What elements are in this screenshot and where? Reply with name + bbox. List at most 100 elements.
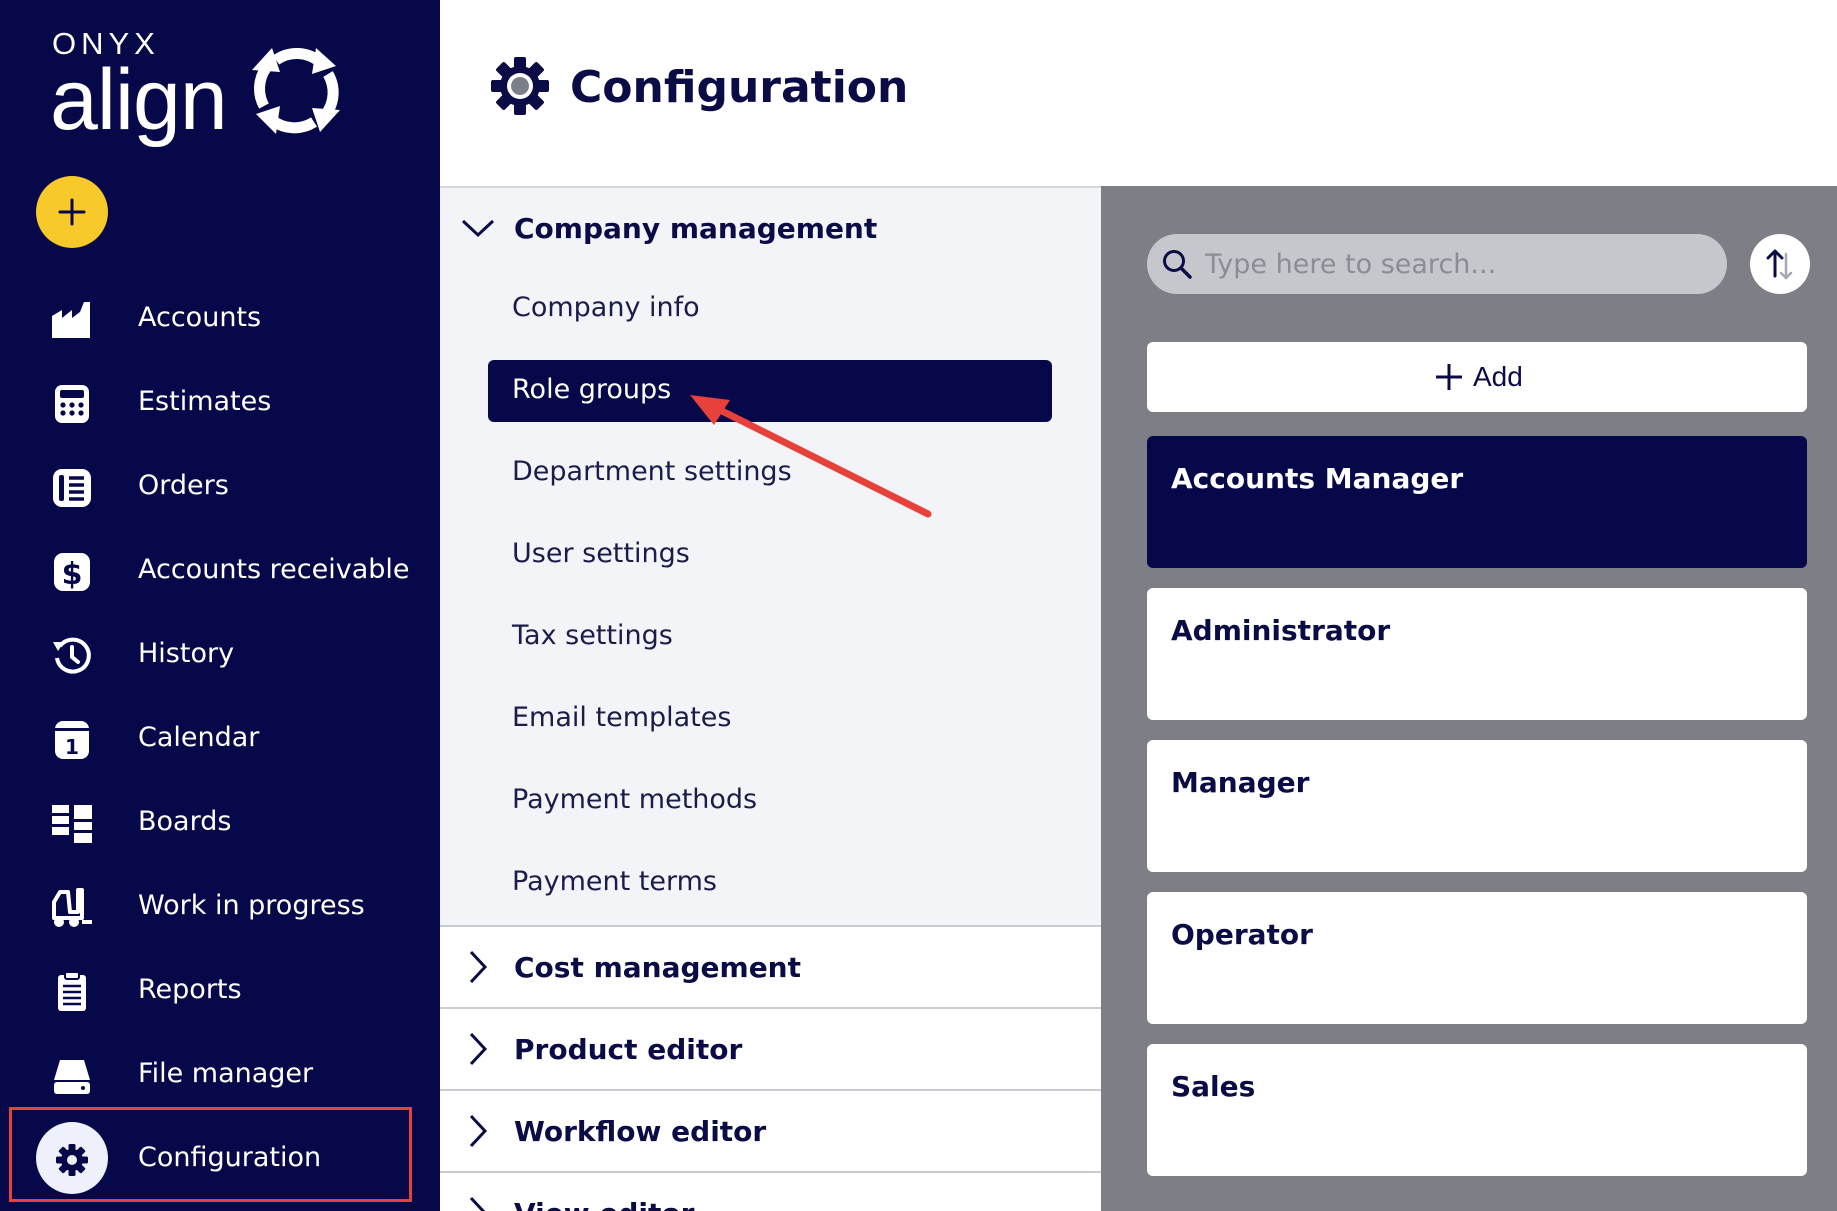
section-view-editor[interactable]: View editor (440, 1173, 1101, 1211)
plus-icon (58, 198, 86, 226)
svg-text:1: 1 (65, 735, 79, 759)
gear-icon (491, 57, 549, 115)
nav-label: Accounts receivable (138, 554, 410, 585)
cycle-arrows-icon (252, 47, 340, 134)
menu-item-label: Payment methods (512, 784, 758, 815)
chevron-down-icon (461, 219, 495, 238)
menu-item-department-settings[interactable]: Department settings (488, 442, 1052, 504)
menu-item-user-settings[interactable]: User settings (488, 524, 1052, 586)
section-label: Workflow editor (514, 1115, 767, 1148)
section-label: Cost management (514, 951, 801, 984)
section-label: Product editor (514, 1033, 743, 1066)
plus-icon (1436, 364, 1462, 390)
add-role-group-button[interactable]: Add (1147, 342, 1807, 412)
logo-align-text: align (50, 52, 228, 148)
section-header-cost-management[interactable]: Cost management (440, 927, 1101, 1007)
gear-icon (56, 1144, 88, 1176)
section-company-management: Company management Company info Role gro… (440, 188, 1101, 927)
menu-item-company-info[interactable]: Company info (488, 278, 1052, 340)
section-header-product-editor[interactable]: Product editor (440, 1009, 1101, 1089)
chevron-right-icon (469, 1032, 488, 1066)
nav-item-reports[interactable]: Reports (0, 950, 440, 1034)
menu-item-payment-methods[interactable]: Payment methods (488, 770, 1052, 832)
history-icon (53, 637, 91, 674)
menu-item-label: Company info (512, 292, 700, 323)
nav-item-history[interactable]: History (0, 614, 440, 698)
role-name: Accounts Manager (1171, 462, 1464, 495)
sort-button[interactable] (1750, 234, 1810, 294)
role-card-administrator[interactable]: Administrator (1147, 588, 1807, 720)
section-label: View editor (514, 1197, 694, 1211)
nav-item-calendar[interactable]: 1 Calendar (0, 698, 440, 782)
role-card-sales[interactable]: Sales (1147, 1044, 1807, 1176)
factory-icon (52, 302, 90, 338)
chevron-right-icon (469, 1114, 488, 1148)
menu-item-label: Tax settings (512, 620, 673, 651)
svg-text:$: $ (62, 557, 83, 592)
nav-label: File manager (138, 1058, 314, 1089)
boards-icon (52, 805, 92, 843)
chevron-right-icon (469, 1196, 486, 1211)
role-name: Sales (1171, 1070, 1256, 1103)
add-label: Add (1473, 361, 1523, 392)
section-product-editor[interactable]: Product editor (440, 1009, 1101, 1091)
role-groups-panel: Add Accounts Manager Administrator Manag… (1101, 186, 1837, 1211)
nav-label: Orders (138, 470, 229, 501)
search-icon (1163, 250, 1192, 279)
dollar-icon: $ (54, 553, 90, 592)
calculator-icon (55, 385, 89, 423)
menu-item-label: Department settings (512, 456, 792, 487)
nav-item-accounts[interactable]: Accounts (0, 278, 440, 362)
menu-item-label: Email templates (512, 702, 732, 733)
role-card-manager[interactable]: Manager (1147, 740, 1807, 872)
menu-item-email-templates[interactable]: Email templates (488, 688, 1052, 750)
clipboard-icon (58, 972, 86, 1011)
section-header-workflow-editor[interactable]: Workflow editor (440, 1091, 1101, 1171)
sort-arrows-icon (1766, 249, 1793, 280)
nav-item-orders[interactable]: Orders (0, 446, 440, 530)
drive-icon (54, 1060, 90, 1094)
nav-item-work-in-progress[interactable]: Work in progress (0, 866, 440, 950)
orders-icon (53, 469, 91, 507)
role-name: Operator (1171, 918, 1313, 951)
create-new-button[interactable] (36, 176, 108, 248)
section-workflow-editor[interactable]: Workflow editor (440, 1091, 1101, 1173)
menu-item-label: User settings (512, 538, 690, 569)
sidebar: ONYX align Accounts Estimates Orders $ A… (0, 0, 440, 1211)
onyx-align-logo[interactable]: ONYX align (50, 26, 352, 156)
nav-item-configuration[interactable]: Configuration (0, 1118, 440, 1202)
search-field[interactable] (1147, 234, 1727, 294)
nav-label: Calendar (138, 722, 260, 753)
role-name: Administrator (1171, 614, 1391, 647)
calendar-icon: 1 (55, 721, 89, 759)
search-input[interactable] (1205, 240, 1705, 288)
section-header-view-editor[interactable]: View editor (440, 1173, 1101, 1211)
page-title: Configuration (570, 62, 909, 113)
nav-label: Estimates (138, 386, 272, 417)
role-card-operator[interactable]: Operator (1147, 892, 1807, 1024)
section-cost-management[interactable]: Cost management (440, 927, 1101, 1009)
nav-label: Work in progress (138, 890, 365, 921)
menu-item-tax-settings[interactable]: Tax settings (488, 606, 1052, 668)
nav-label: Boards (138, 806, 232, 837)
menu-item-payment-terms[interactable]: Payment terms (488, 852, 1052, 914)
section-header-company-management[interactable]: Company management (440, 188, 1101, 268)
section-label: Company management (514, 212, 878, 245)
chevron-right-icon (469, 950, 488, 984)
nav-label: History (138, 638, 235, 669)
menu-item-label: Payment terms (512, 866, 717, 897)
nav-label: Accounts (138, 302, 262, 333)
forklift-icon (52, 888, 92, 927)
nav-item-boards[interactable]: Boards (0, 782, 440, 866)
nav-item-accounts-receivable[interactable]: $ Accounts receivable (0, 530, 440, 614)
settings-menu: Company management Company info Role gro… (440, 186, 1101, 1211)
menu-item-role-groups[interactable]: Role groups (488, 360, 1052, 422)
nav-label: Configuration (138, 1142, 322, 1173)
nav-item-estimates[interactable]: Estimates (0, 362, 440, 446)
menu-item-label: Role groups (512, 374, 672, 405)
role-name: Manager (1171, 766, 1310, 799)
page-header: Configuration (440, 0, 1837, 186)
nav-item-file-manager[interactable]: File manager (0, 1034, 440, 1118)
role-card-accounts-manager[interactable]: Accounts Manager (1147, 436, 1807, 568)
nav-label: Reports (138, 974, 242, 1005)
